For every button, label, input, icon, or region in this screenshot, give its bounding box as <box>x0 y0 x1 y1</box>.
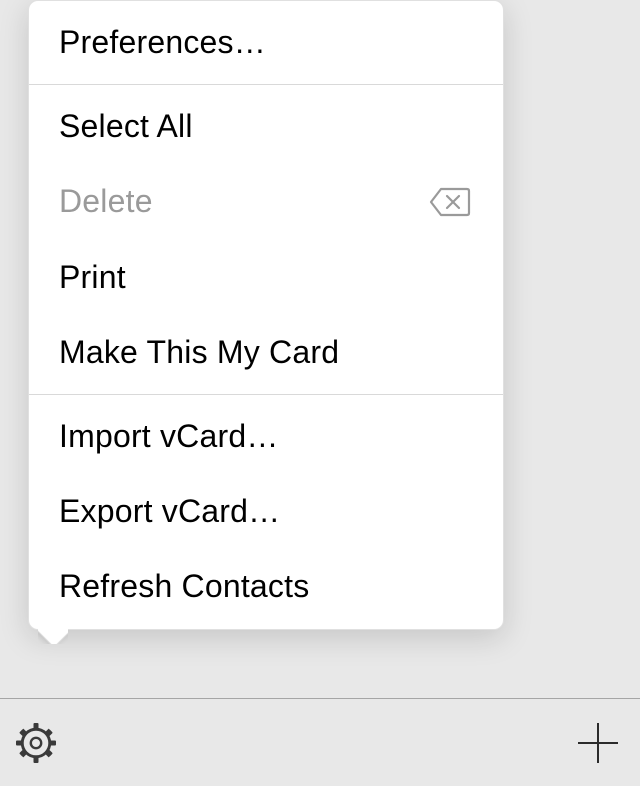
menu-item-refresh-contacts[interactable]: Refresh Contacts <box>29 549 503 624</box>
plus-icon[interactable] <box>574 719 622 767</box>
menu-item-import-vcard[interactable]: Import vCard… <box>29 399 503 474</box>
menu-item-label: Print <box>59 256 126 299</box>
menu-item-label: Make This My Card <box>59 331 339 374</box>
menu-item-label: Import vCard… <box>59 415 279 458</box>
menu-item-label: Preferences… <box>59 21 266 64</box>
menu-item-print[interactable]: Print <box>29 240 503 315</box>
toolbar <box>0 698 640 786</box>
delete-left-icon <box>429 187 471 217</box>
menu-item-label: Refresh Contacts <box>59 565 309 608</box>
menu-item-label: Delete <box>59 180 153 223</box>
gear-icon[interactable] <box>12 719 60 767</box>
menu-item-preferences[interactable]: Preferences… <box>29 5 503 80</box>
menu-item-delete: Delete <box>29 164 503 239</box>
menu-item-label: Export vCard… <box>59 490 280 533</box>
menu-section: Import vCard… Export vCard… Refresh Cont… <box>29 395 503 629</box>
menu-item-label: Select All <box>59 105 193 148</box>
settings-popover: Preferences… Select All Delete Print Mak… <box>28 0 504 630</box>
menu-section: Select All Delete Print Make This My Car… <box>29 85 503 394</box>
popover-tail <box>38 628 68 644</box>
menu-item-select-all[interactable]: Select All <box>29 89 503 164</box>
menu-section: Preferences… <box>29 1 503 84</box>
menu-item-make-my-card[interactable]: Make This My Card <box>29 315 503 390</box>
menu-item-export-vcard[interactable]: Export vCard… <box>29 474 503 549</box>
